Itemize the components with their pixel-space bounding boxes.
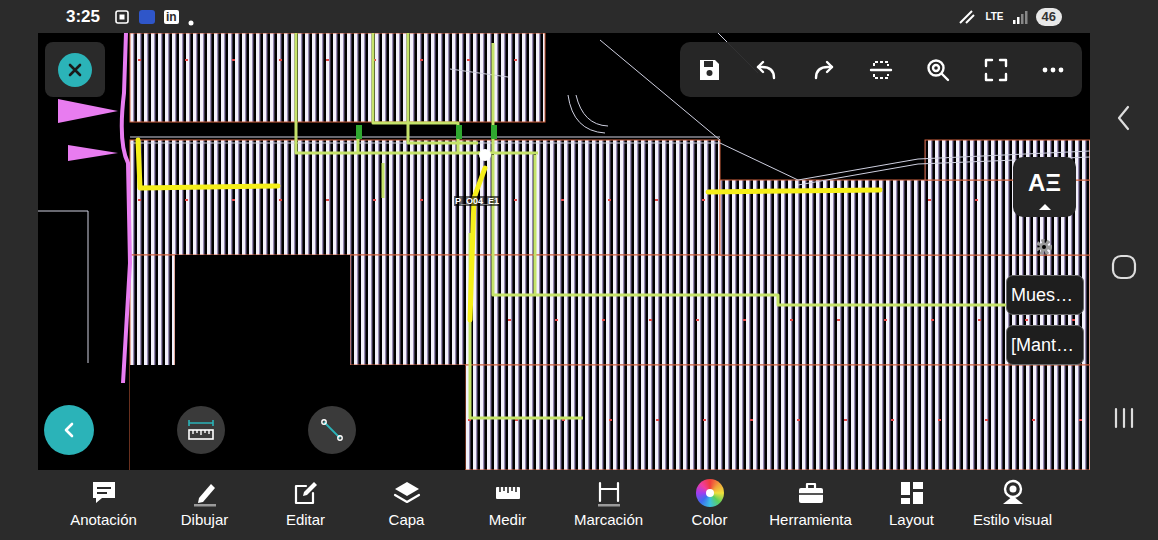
visual-style-icon[interactable] (999, 479, 1027, 507)
text-style-label[interactable]: AΞ (1028, 169, 1061, 197)
close-panel[interactable] (45, 42, 105, 97)
drawing-canvas[interactable]: P_O04_E1 AΞ Mues… [Mant… (38, 33, 1090, 470)
expand-up-icon[interactable] (1037, 197, 1053, 205)
measure-distance-button[interactable] (177, 406, 225, 454)
system-icons: LTE 46 (957, 8, 1062, 26)
toolbar-label[interactable]: Herramienta (769, 511, 852, 529)
save-icon[interactable] (696, 57, 722, 83)
toolbar-label[interactable]: Editar (286, 511, 325, 529)
status-bar: 3:25 in LTE 46 (0, 0, 1158, 33)
close-button[interactable] (58, 53, 92, 87)
navigation-bar (1090, 33, 1158, 470)
more-icon[interactable] (1040, 57, 1066, 83)
recents-icon[interactable] (1112, 407, 1136, 429)
screenshot-icon (114, 9, 130, 25)
signal-icon (1012, 9, 1028, 25)
toolbar-label[interactable]: Capa (389, 511, 425, 529)
select-region-icon[interactable] (868, 57, 894, 83)
toolbar-label[interactable]: Dibujar (181, 511, 229, 529)
toolbar-label[interactable]: Layout (889, 511, 934, 529)
pencil-icon[interactable] (191, 479, 219, 507)
dot-icon (187, 13, 195, 21)
toolbar-label[interactable]: Medir (489, 511, 527, 529)
edit-icon[interactable] (292, 479, 320, 507)
toolbar-item[interactable]: Estilo visual (962, 470, 1063, 540)
app-icon (138, 9, 156, 25)
toolbar-item[interactable]: Editar (255, 470, 356, 540)
ruler-icon[interactable] (186, 417, 216, 443)
toolbar-item[interactable]: Dibujar (154, 470, 255, 540)
dimension-icon[interactable] (595, 479, 623, 507)
toolbar-label[interactable]: Anotación (70, 511, 137, 529)
fullscreen-icon[interactable] (983, 57, 1009, 83)
drawing-label: P_O04_E1 (454, 196, 500, 206)
close-icon[interactable] (67, 62, 83, 78)
zoom-icon[interactable] (925, 57, 951, 83)
back-icon[interactable] (1114, 104, 1134, 132)
layout-button[interactable]: [Mant… (1006, 325, 1084, 365)
layout-icon[interactable] (898, 479, 926, 507)
annotation-icon[interactable] (90, 479, 118, 507)
layers-icon[interactable] (393, 479, 421, 507)
redo-icon[interactable] (811, 57, 837, 83)
toolbar-item[interactable]: Layout (861, 470, 962, 540)
toolbar-label[interactable]: Marcación (574, 511, 643, 529)
data-saver-icon (957, 9, 977, 25)
notification-icons: in (114, 9, 195, 25)
top-toolbar (680, 42, 1082, 97)
gear-icon[interactable] (1033, 236, 1055, 258)
toolbar-item[interactable]: Capa (356, 470, 457, 540)
linkedin-icon: in (164, 10, 179, 24)
battery-level: 46 (1036, 8, 1062, 26)
toolbox-icon[interactable] (797, 479, 825, 507)
layout-button[interactable]: Mues… (1006, 275, 1084, 315)
draw-line-button[interactable] (308, 406, 356, 454)
toolbar-label[interactable]: Estilo visual (973, 511, 1052, 529)
toolbar-label[interactable]: Color (692, 511, 728, 529)
left-margin (0, 33, 38, 470)
undo-icon[interactable] (753, 57, 779, 83)
clock: 3:25 (66, 7, 100, 27)
bottom-toolbar: Anotación Dibujar Editar Capa Medir Marcación… (0, 470, 1158, 540)
toolbar-item[interactable]: Herramienta (760, 470, 861, 540)
measure-icon[interactable] (494, 479, 522, 507)
toolbar-item[interactable]: Marcación (558, 470, 659, 540)
chevron-left-icon[interactable] (60, 421, 78, 439)
toolbar-item[interactable]: Color (659, 470, 760, 540)
color-wheel-icon[interactable] (696, 479, 724, 507)
home-icon[interactable] (1111, 254, 1137, 280)
cad-drawing (38, 33, 1090, 470)
toolbar-item[interactable]: Anotación (53, 470, 154, 540)
network-type: LTE (985, 11, 1003, 23)
collapse-button[interactable] (44, 405, 94, 455)
toolbar-item[interactable]: Medir (457, 470, 558, 540)
text-style-button[interactable]: AΞ (1013, 157, 1076, 217)
line-icon[interactable] (319, 417, 345, 443)
